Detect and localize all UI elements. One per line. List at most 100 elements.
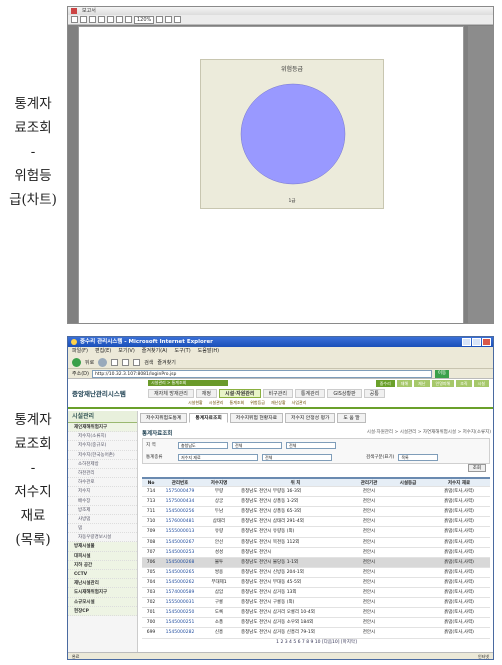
table-cell[interactable]: 1545000250 xyxy=(160,608,200,617)
prev-page-icon[interactable] xyxy=(107,16,114,23)
sidebar-item[interactable]: 대피시설 xyxy=(68,551,137,561)
back-icon[interactable] xyxy=(72,357,81,367)
last-page-icon[interactable] xyxy=(125,16,132,23)
table-cell[interactable]: 1555000031 xyxy=(160,598,200,607)
back-button[interactable]: 뒤로 xyxy=(85,359,94,366)
main-menu-item[interactable]: 재자체 방재관리 xyxy=(148,389,194,398)
main-menu-item[interactable]: 공통 xyxy=(363,389,385,398)
table-row[interactable]: 705 1545000265 쌍용 충청남도 천안시 신방동 204-1외 천안시 흙댐(… xyxy=(142,568,490,578)
sidebar-item[interactable]: 저수지(중규모) xyxy=(68,441,137,451)
city-select[interactable]: 전체 xyxy=(232,441,282,449)
pagination[interactable]: 1 2 3 4 5 6 7 8 9 10 [다음10] [마지막] xyxy=(140,639,493,645)
table-cell[interactable]: 1545000253 xyxy=(160,548,200,557)
menu-file[interactable]: 파일(F) xyxy=(72,347,88,356)
sidebar-item[interactable]: 하수관로 xyxy=(68,478,137,488)
table-row[interactable]: 711 1545000256 두남 충청남도 천안시 상풍동 65-3외 천안시 흙댐(토… xyxy=(142,507,490,518)
table-cell[interactable]: 1574000589 xyxy=(160,588,200,597)
system-tab[interactable]: 시설 xyxy=(473,380,489,387)
menu-view[interactable]: 보기(V) xyxy=(118,347,135,356)
sidebar-item[interactable]: 재난시설관리 xyxy=(68,579,137,589)
table-row[interactable]: 699 1545000282 신흥 충청남도 천안시 삼거동 신흥리 79-1외 천안시… xyxy=(142,628,490,639)
table-row[interactable]: 708 1545000267 안선 충청남도 천안시 목천동 112외 천안시 흙댐(토사… xyxy=(142,538,490,548)
district-select[interactable]: 전체 xyxy=(286,441,336,449)
sub-menu-item[interactable]: 통계조회 xyxy=(229,400,244,406)
table-cell[interactable]: 1545000268 xyxy=(160,558,200,567)
table-cell[interactable]: 1545000267 xyxy=(160,538,200,547)
system-tab[interactable]: 재해 xyxy=(396,380,413,387)
sidebar-item[interactable]: CCTV xyxy=(68,570,137,580)
save-icon[interactable] xyxy=(71,16,78,23)
next-page-icon[interactable] xyxy=(116,16,123,23)
sidebar-item[interactable]: 재인재해위험지구 xyxy=(68,423,137,433)
table-row[interactable]: 700 1545000251 소풍 충청남도 천안시 삼거동 소우외 184외 천안시 흙… xyxy=(142,618,490,629)
stop-icon[interactable] xyxy=(111,358,119,366)
sidebar-item[interactable]: 저수지(소류지) xyxy=(68,432,137,442)
sub-menu-item[interactable]: 재난상황 xyxy=(271,400,286,406)
system-tab[interactable]: 중수리 xyxy=(375,380,395,387)
table-cell[interactable]: 1545000265 xyxy=(160,568,200,577)
zoom-in-icon[interactable] xyxy=(156,16,164,23)
table-cell[interactable]: 1576000481 xyxy=(160,517,200,526)
zoom-select[interactable]: 120% xyxy=(134,15,155,24)
sidebar-item[interactable]: 하천관리 xyxy=(68,469,137,479)
sidebar-item[interactable]: 자동우량경보시설 xyxy=(68,533,137,543)
tab-stats-query[interactable]: 통계자료조회 xyxy=(189,413,228,423)
table-row[interactable]: 703 1574000589 삼암 충청남도 천안시 삼거동 13외 천안시 흙댐(토사,… xyxy=(142,588,490,599)
tab-risk-stats[interactable]: 저수지위험도통계 xyxy=(140,413,188,423)
system-tab[interactable]: 재난 xyxy=(414,380,430,387)
app-logo[interactable]: 중앙재난관리시스템 xyxy=(72,388,126,398)
province-select[interactable]: 충청남도 xyxy=(178,441,228,449)
table-cell[interactable]: 1545000282 xyxy=(160,628,200,637)
print-icon[interactable] xyxy=(80,16,87,23)
sidebar-item[interactable]: 지하 공간 xyxy=(68,560,137,570)
main-menu-item[interactable]: 비구관리 xyxy=(262,389,293,398)
forward-icon[interactable] xyxy=(98,357,108,367)
sub-menu-item[interactable]: 시설현황 xyxy=(188,400,203,406)
table-row[interactable]: 706 1545000268 불투 충청남도 천안시 불당동 1-1외 천안시 흙댐(토사… xyxy=(142,557,490,568)
tab-help[interactable]: 도 움 말 xyxy=(337,413,366,423)
search-button[interactable]: 검색 xyxy=(144,359,153,366)
first-page-icon[interactable] xyxy=(98,16,105,23)
close-icon[interactable] xyxy=(174,16,182,23)
table-row[interactable]: 707 1545000253 성성 충청남도 천안시 천안시 흙댐(토사,사력) xyxy=(142,548,490,558)
sidebar-item[interactable]: 저수지 xyxy=(68,487,137,497)
search-type-select[interactable]: 목록 xyxy=(398,453,439,461)
main-menu-item[interactable]: GIS상황판 xyxy=(327,389,362,398)
sidebar-item[interactable]: 댐 xyxy=(68,524,137,534)
system-tab[interactable]: 조직 xyxy=(456,380,472,387)
export-icon[interactable] xyxy=(89,16,96,23)
favorites-button[interactable]: 즐겨찾기 xyxy=(157,359,175,366)
table-cell[interactable]: 1545000251 xyxy=(160,618,200,627)
table-cell[interactable]: 1555000013 xyxy=(160,527,200,536)
sidebar-item[interactable]: 사방댐 xyxy=(68,515,137,525)
table-row[interactable]: 709 1555000013 유량 충청남도 천안시 유량동 (외) 천안시 흙댐(토사,… xyxy=(142,527,490,538)
sidebar-item[interactable]: 배수장 xyxy=(68,497,137,506)
menu-help[interactable]: 도움말(H) xyxy=(198,347,219,356)
maximize-icon[interactable] xyxy=(472,338,481,346)
menu-tools[interactable]: 도구(T) xyxy=(175,347,191,356)
sub-menu-item[interactable]: 사업관리 xyxy=(292,400,307,406)
refresh-icon[interactable] xyxy=(122,358,130,366)
sidebar-item[interactable]: 도시재해위험지구 xyxy=(68,588,137,598)
table-row[interactable]: 701 1545000250 도록 충청남도 천안시 삼거리 오룡리 10-4외 천안시… xyxy=(142,608,490,619)
main-menu-item-active[interactable]: 시설·자원관리 xyxy=(219,389,261,398)
address-input[interactable]: http://10.32.3.107:8081/loginPro.jsp xyxy=(91,369,432,378)
close-icon[interactable] xyxy=(482,338,491,346)
main-menu-item[interactable]: 통계관리 xyxy=(294,389,326,398)
stat-sub-select[interactable]: 전체 xyxy=(262,453,332,461)
table-cell[interactable]: 1545000256 xyxy=(160,507,200,516)
sidebar-item[interactable]: 현장CP xyxy=(68,606,137,616)
minimize-icon[interactable] xyxy=(462,338,471,346)
table-row[interactable]: 710 1576000481 삼태리 충청남도 천안시 삼태리 291-4외 천안시 흙댐… xyxy=(142,517,490,528)
table-cell[interactable]: 1545000262 xyxy=(160,578,200,587)
tab-risk-status[interactable]: 저수지위험 현황자료 xyxy=(229,413,284,423)
zoom-out-icon[interactable] xyxy=(165,16,173,23)
sidebar-item[interactable]: 방재시설물 xyxy=(68,542,137,552)
sub-menu-item[interactable]: 위험등급 xyxy=(250,400,265,406)
sub-menu-item[interactable]: 시설관리 xyxy=(209,400,224,406)
system-tab[interactable]: 인명피해 xyxy=(431,380,455,387)
table-row[interactable]: 713 1575000434 상궁 충청남도 천안시 상풍동 1-2외 천안시 흙댐(토사… xyxy=(142,497,490,508)
home-icon[interactable] xyxy=(133,358,141,366)
table-row[interactable]: 714 1575000479 무량 충청남도 천안시 무량동 16-3외 천안시 흙댐(토… xyxy=(142,487,490,498)
main-menu-item[interactable]: 재정 xyxy=(195,389,217,398)
